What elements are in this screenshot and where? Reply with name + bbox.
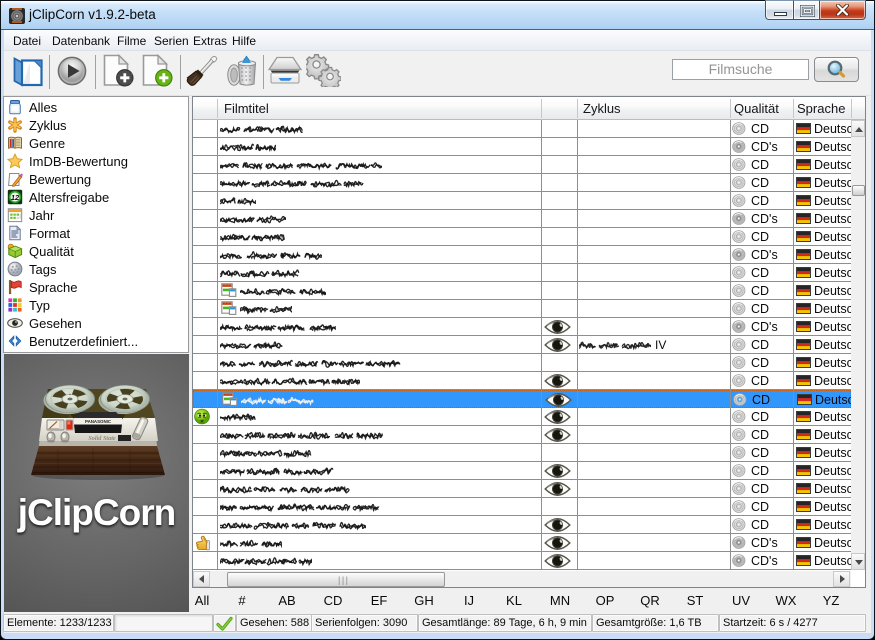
svg-text:PANASONIC: PANASONIC xyxy=(85,419,112,424)
svg-text:12: 12 xyxy=(11,193,20,202)
svg-text:Solid State: Solid State xyxy=(88,435,116,442)
